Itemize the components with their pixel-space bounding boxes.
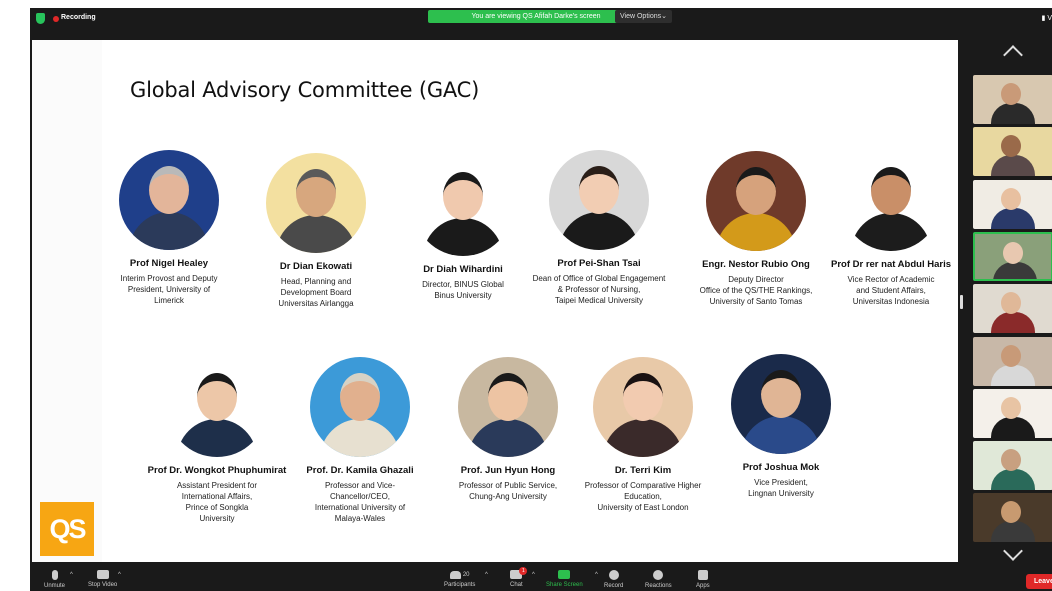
split-handle[interactable] xyxy=(960,295,963,309)
member-name: Prof. Dr. Kamila Ghazali xyxy=(306,465,414,476)
member-card: Prof. Dr. Kamila Ghazali Professor and Vi… xyxy=(280,357,440,524)
participants-icon xyxy=(449,570,461,579)
participant-tile[interactable] xyxy=(973,127,1052,177)
participants-count: 20 xyxy=(462,571,470,578)
member-name: Prof Dr. Wongkot Phuphumirat xyxy=(147,465,287,476)
reactions-button[interactable]: Reactions xyxy=(645,570,672,589)
participant-tile[interactable] xyxy=(973,75,1052,124)
leave-button[interactable]: Leave xyxy=(1026,574,1052,589)
member-card: Dr. Terri Kim Professor of Comparative Hi… xyxy=(563,357,723,513)
apps-button[interactable]: Apps xyxy=(696,570,710,589)
record-icon xyxy=(608,570,619,580)
member-role: Vice Rector of Academic and Student Affa… xyxy=(847,275,935,306)
share-screen-icon xyxy=(558,570,571,579)
chat-badge: 1 xyxy=(519,567,528,575)
view-menu-label: V xyxy=(1047,15,1052,22)
viewing-banner-text: You are viewing QS Afifah Darke's screen xyxy=(471,13,601,20)
participants-caret-icon[interactable]: ^ xyxy=(485,572,488,578)
participant-tile[interactable] xyxy=(973,179,1052,229)
member-photo xyxy=(167,357,267,457)
slide-title: Global Advisory Committee (GAC) xyxy=(130,78,480,102)
member-photo xyxy=(706,151,806,251)
recording-dot-icon xyxy=(53,16,59,22)
member-photo xyxy=(413,156,513,256)
participant-tile[interactable] xyxy=(973,441,1052,491)
zoom-window: Recording You are viewing QS Afifah Dark… xyxy=(30,8,1052,591)
participant-tile[interactable] xyxy=(973,231,1052,281)
chevron-down-icon: ⌄ xyxy=(661,13,667,20)
scroll-down-icon[interactable] xyxy=(1003,541,1023,561)
member-photo xyxy=(266,153,366,253)
viewing-banner: You are viewing QS Afifah Darke's screen xyxy=(428,10,644,23)
chat-button[interactable]: 1 Chat xyxy=(510,567,528,588)
participant-tile[interactable] xyxy=(973,284,1052,334)
member-card: Prof Dr rer nat Abdul Haris Vice Rector o… xyxy=(811,151,958,307)
apps-icon xyxy=(697,570,708,580)
shared-slide: Global Advisory Committee (GAC) Prof Nig… xyxy=(32,40,958,562)
unmute-label: Unmute xyxy=(44,583,66,589)
participants-label: Participants xyxy=(444,582,476,588)
member-name: Prof Dr rer nat Abdul Haris xyxy=(830,259,951,270)
member-role: Professor of Comparative Higher Educatio… xyxy=(584,481,702,512)
participant-tile[interactable] xyxy=(973,336,1052,386)
stop-video-button[interactable]: Stop Video xyxy=(88,570,117,588)
view-menu-right[interactable]: ▮ V xyxy=(1042,14,1052,22)
member-name: Prof Joshua Mok xyxy=(742,462,820,473)
share-screen-button[interactable]: Share Screen xyxy=(546,570,583,588)
participant-tile[interactable] xyxy=(973,493,1052,543)
qs-logo: QS xyxy=(40,502,94,556)
member-photo xyxy=(549,150,649,250)
member-card: Prof Joshua Mok Vice President, Lingnan U… xyxy=(701,354,861,499)
member-card: Prof Dr. Wongkot Phuphumirat Assistant Pr… xyxy=(137,357,297,524)
member-role: Interim Provost and Deputy President, Un… xyxy=(120,274,218,305)
chat-icon: 1 xyxy=(510,567,528,579)
view-options-button[interactable]: View Options ⌄ xyxy=(615,10,672,23)
member-role: Vice President, Lingnan University xyxy=(748,478,814,498)
video-options-caret-icon[interactable]: ^ xyxy=(118,572,121,578)
shield-icon[interactable] xyxy=(36,13,45,24)
member-photo xyxy=(458,357,558,457)
member-card: Dr Dian Ekowati Head, Planning and Develo… xyxy=(236,153,396,309)
reactions-label: Reactions xyxy=(645,583,672,589)
member-role: Dean of Office of Global Engagement & Pr… xyxy=(532,274,666,305)
bottom-toolbar: Unmute ^ Stop Video ^ 20 Participants ^ … xyxy=(30,567,1052,591)
member-name: Dr Dian Ekowati xyxy=(279,261,353,272)
recording-label: Recording xyxy=(61,14,96,21)
member-name: Prof Pei-Shan Tsai xyxy=(557,258,641,269)
member-photo xyxy=(841,151,941,251)
member-photo xyxy=(593,357,693,457)
left-margin xyxy=(0,0,30,591)
member-photo xyxy=(119,150,219,250)
member-role: Head, Planning and Development Board Uni… xyxy=(278,277,354,308)
microphone-muted-icon xyxy=(51,570,58,580)
member-card: Prof Nigel Healey Interim Provost and Dep… xyxy=(89,150,249,306)
video-camera-icon xyxy=(96,570,109,579)
member-photo xyxy=(310,357,410,457)
unmute-button[interactable]: Unmute xyxy=(44,570,65,589)
share-caret-icon[interactable]: ^ xyxy=(595,572,598,578)
member-role: Professor and Vice- Chancellor/CEO, Inte… xyxy=(314,481,406,523)
member-name: Dr. Terri Kim xyxy=(614,465,672,476)
member-name: Prof Nigel Healey xyxy=(129,258,209,269)
view-options-label: View Options xyxy=(620,13,662,20)
participant-gallery xyxy=(972,38,1052,568)
participant-tile[interactable] xyxy=(973,388,1052,438)
stop-video-label: Stop Video xyxy=(88,582,118,588)
record-button[interactable]: Record xyxy=(604,570,623,589)
record-label: Record xyxy=(604,583,624,589)
scroll-up-icon[interactable] xyxy=(1003,45,1023,65)
top-bar: Recording You are viewing QS Afifah Dark… xyxy=(30,8,1052,30)
emoji-icon xyxy=(653,570,664,580)
participants-button[interactable]: 20 Participants xyxy=(444,570,475,588)
chat-label: Chat xyxy=(510,582,523,588)
audio-options-caret-icon[interactable]: ^ xyxy=(70,572,73,578)
share-screen-label: Share Screen xyxy=(546,582,583,588)
apps-label: Apps xyxy=(696,583,710,589)
chat-caret-icon[interactable]: ^ xyxy=(532,572,535,578)
member-photo xyxy=(731,354,831,454)
member-role: Assistant President for International Af… xyxy=(176,481,258,523)
member-card: Prof Pei-Shan Tsai Dean of Office of Glob… xyxy=(519,150,679,306)
